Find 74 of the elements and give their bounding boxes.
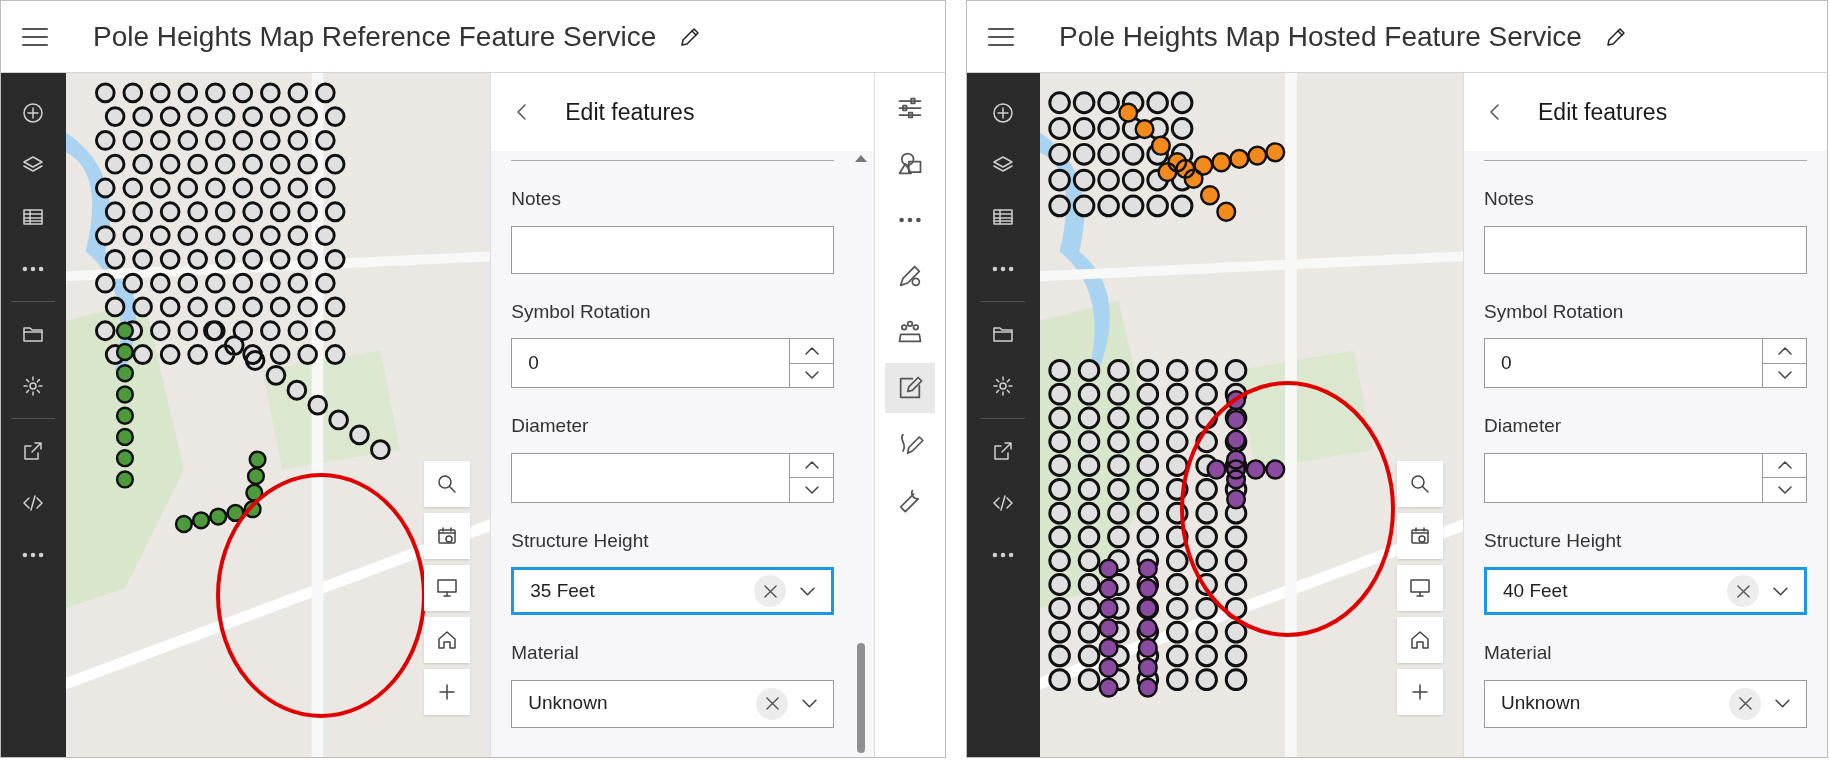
home-button[interactable] bbox=[1397, 617, 1443, 663]
clear-button[interactable] bbox=[754, 575, 787, 607]
search-button[interactable] bbox=[424, 461, 471, 507]
fullscreen-button[interactable] bbox=[1397, 565, 1443, 611]
clear-button[interactable] bbox=[1729, 687, 1761, 720]
more-icon bbox=[992, 266, 1015, 272]
map-title: Pole Heights Map Reference Feature Service bbox=[93, 19, 657, 54]
clear-button[interactable] bbox=[1727, 575, 1759, 607]
clear-button[interactable] bbox=[756, 687, 789, 720]
spinner[interactable] bbox=[1763, 452, 1807, 503]
basemap-button[interactable] bbox=[1397, 513, 1443, 559]
dropdown-field[interactable]: 40 Feet bbox=[1484, 567, 1807, 615]
close-icon bbox=[763, 584, 777, 598]
field-label: Diameter bbox=[511, 414, 590, 438]
chevron-down-icon bbox=[1775, 699, 1790, 708]
settings-icon bbox=[21, 374, 46, 398]
chevron-down-icon bbox=[1773, 586, 1788, 596]
close-icon bbox=[765, 697, 779, 710]
basemap-button[interactable] bbox=[424, 513, 471, 559]
monitor-icon bbox=[435, 576, 460, 600]
home-button[interactable] bbox=[424, 617, 471, 663]
map-title: Pole Heights Map Hosted Feature Service bbox=[1059, 19, 1582, 54]
panel-title: Edit features bbox=[1538, 97, 1668, 127]
field-label: Structure Height bbox=[1484, 528, 1623, 553]
back-icon bbox=[1489, 104, 1499, 120]
add-icon bbox=[21, 101, 46, 125]
zoom-in-button[interactable] bbox=[424, 669, 471, 715]
more-icon bbox=[22, 266, 45, 272]
number-field[interactable] bbox=[511, 452, 791, 503]
text-field[interactable] bbox=[1484, 225, 1807, 274]
up-chevron-icon bbox=[1777, 346, 1792, 355]
add-icon bbox=[991, 101, 1016, 125]
number-field[interactable]: 0 bbox=[511, 338, 791, 388]
down-chevron-icon bbox=[1777, 485, 1792, 494]
close-icon bbox=[1736, 584, 1750, 598]
down-chevron-icon bbox=[804, 485, 819, 494]
panel-title: Edit features bbox=[565, 97, 695, 127]
monitor-icon bbox=[1408, 576, 1432, 600]
field-label: Material bbox=[1484, 641, 1553, 665]
up-chevron-icon bbox=[804, 461, 819, 470]
zoom-in-button[interactable] bbox=[1397, 669, 1443, 715]
field-label: Notes bbox=[511, 187, 562, 211]
dropdown-field[interactable]: Unknown bbox=[511, 679, 835, 728]
more-icon bbox=[22, 552, 45, 558]
chevron-down-icon bbox=[802, 699, 818, 708]
field-label: Structure Height bbox=[511, 528, 650, 553]
more-icon bbox=[898, 217, 923, 223]
close-icon bbox=[1738, 697, 1752, 710]
action-button[interactable] bbox=[885, 363, 936, 413]
search-button[interactable] bbox=[1397, 461, 1443, 507]
text-field[interactable] bbox=[511, 225, 835, 274]
spinner[interactable] bbox=[790, 338, 835, 388]
up-chevron-icon bbox=[1777, 461, 1792, 470]
back-icon bbox=[516, 104, 526, 120]
field-label: Material bbox=[511, 641, 580, 665]
up-chevron-icon bbox=[804, 346, 819, 355]
field-label: Symbol Rotation bbox=[1484, 299, 1625, 324]
field-label: Diameter bbox=[1484, 414, 1563, 438]
dropdown-field[interactable]: Unknown bbox=[1484, 679, 1807, 728]
search-icon bbox=[1408, 472, 1432, 496]
number-field[interactable]: 0 bbox=[1484, 338, 1763, 388]
field-label: Symbol Rotation bbox=[511, 299, 652, 324]
down-chevron-icon bbox=[1777, 371, 1792, 380]
spinner[interactable] bbox=[790, 452, 835, 503]
down-chevron-icon bbox=[804, 371, 819, 380]
fullscreen-button[interactable] bbox=[424, 565, 471, 611]
field-label: Notes bbox=[1484, 187, 1535, 211]
dropdown-field[interactable]: 35 Feet bbox=[511, 567, 835, 615]
number-field[interactable] bbox=[1484, 452, 1763, 503]
settings-icon bbox=[991, 374, 1016, 398]
chevron-down-icon bbox=[800, 586, 816, 596]
home-icon bbox=[1408, 628, 1432, 652]
more-icon bbox=[992, 552, 1015, 558]
spinner[interactable] bbox=[1763, 338, 1807, 388]
